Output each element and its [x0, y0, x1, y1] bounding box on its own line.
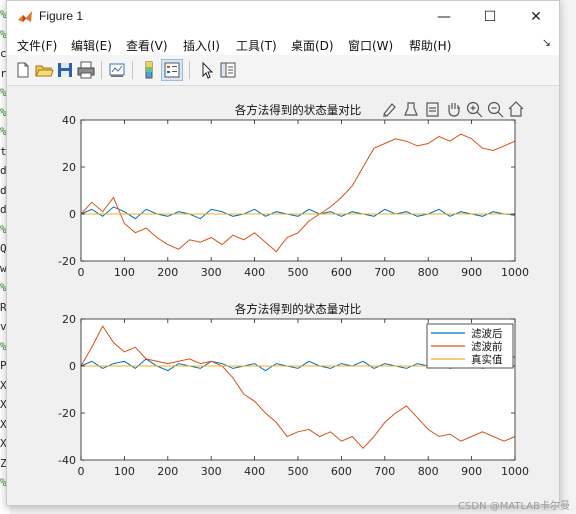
title-bar[interactable]: Figure 1 — ☐ ✕ [7, 1, 559, 33]
maximize-button[interactable]: ☐ [467, 1, 513, 33]
x-tick-label: 300 [201, 465, 222, 478]
pointer-icon[interactable] [197, 60, 217, 80]
toolbar-separator [189, 61, 190, 79]
y-tick-label: -20 [58, 255, 76, 268]
legend-label: 真实值 [471, 353, 503, 366]
pan-icon[interactable] [448, 103, 460, 117]
x-tick-label: 800 [418, 266, 439, 279]
y-tick-label: 0 [69, 208, 76, 221]
menu-help[interactable]: 帮助(H) [409, 37, 451, 54]
property-inspector-icon[interactable] [218, 60, 238, 80]
window-title: Figure 1 [39, 9, 84, 23]
x-tick-label: 900 [461, 266, 482, 279]
chart-title: 各方法得到的状态量对比 [235, 302, 362, 316]
axes-2: 0 100 200 300 400 500 600 700 800 900 1000 -40 -20 0 2… [58, 302, 529, 478]
minimize-icon: — [437, 9, 451, 25]
chart-title: 各方法得到的状态量对比 [235, 103, 362, 117]
menu-view[interactable]: 查看(V) [126, 37, 168, 54]
x-tick-label: 400 [244, 465, 265, 478]
x-tick-label: 800 [418, 465, 439, 478]
watermark: CSDN @MATLAB卡尔曼 [458, 501, 570, 512]
x-tick-label: 100 [114, 266, 135, 279]
x-tick-label: 200 [157, 465, 178, 478]
figure-toolbar [7, 55, 559, 86]
legend-label: 滤波后 [471, 327, 503, 340]
link-plot-icon[interactable] [107, 60, 127, 80]
zoom-out-icon[interactable] [487, 101, 504, 118]
toolbar-separator [132, 61, 133, 79]
dock-arrow-icon[interactable]: ↘ [542, 36, 551, 49]
x-tick-label: 400 [244, 266, 265, 279]
export-icon[interactable] [426, 102, 439, 117]
axes-toolbar [383, 101, 524, 118]
x-tick-label: 500 [288, 465, 309, 478]
close-button[interactable]: ✕ [513, 1, 559, 33]
figure-window: Figure 1 — ☐ ✕ 文件(F) 编辑(E) 查看(V) 插入(I) 工… [6, 0, 560, 506]
y-tick-label: -40 [58, 454, 76, 467]
y-tick-label: 20 [62, 313, 76, 326]
toolbar-separator [101, 61, 102, 79]
menu-desktop[interactable]: 桌面(D) [291, 37, 334, 54]
menu-tools[interactable]: 工具(T) [236, 37, 277, 54]
home-icon[interactable] [508, 101, 524, 117]
new-figure-icon[interactable] [13, 60, 33, 80]
plots-svg: 0 100 200 300 400 500 600 700 800 900 1000-2002040… [58, 101, 529, 478]
x-tick-label: 1000 [501, 266, 529, 279]
y-tick-label: 20 [62, 161, 76, 174]
x-tick-label: 600 [331, 266, 352, 279]
menu-insert[interactable]: 插入(I) [183, 37, 220, 54]
print-icon[interactable] [76, 60, 96, 80]
x-tick-label: 600 [331, 465, 352, 478]
menu-window[interactable]: 窗口(W) [348, 37, 393, 54]
x-tick-label: 1000 [501, 465, 529, 478]
save-icon[interactable] [55, 60, 75, 80]
x-tick-label: 200 [157, 266, 178, 279]
axes-1: 0 100 200 300 400 500 600 700 800 900 1000-2002040… [58, 103, 529, 279]
close-icon: ✕ [530, 9, 542, 25]
x-tick-label: 700 [374, 465, 395, 478]
y-tick-label: -20 [58, 407, 76, 420]
x-tick-label: 700 [374, 266, 395, 279]
x-tick-label: 500 [288, 266, 309, 279]
menu-bar: 文件(F) 编辑(E) 查看(V) 插入(I) 工具(T) 桌面(D) 窗口(W… [7, 33, 559, 55]
legend-icon[interactable] [161, 59, 183, 81]
minimize-button[interactable]: — [421, 1, 467, 33]
x-tick-label: 300 [201, 266, 222, 279]
colorbar-icon[interactable] [139, 60, 159, 80]
y-tick-label: 40 [62, 114, 76, 127]
x-tick-label: 0 [78, 266, 85, 279]
zoom-in-icon[interactable] [466, 101, 483, 118]
menu-file[interactable]: 文件(F) [17, 37, 57, 54]
brush-icon[interactable] [383, 103, 396, 117]
matlab-logo-icon [18, 11, 32, 22]
x-tick-label: 0 [78, 465, 85, 478]
open-file-icon[interactable] [34, 60, 54, 80]
menu-edit[interactable]: 编辑(E) [71, 37, 112, 54]
data-tips-icon[interactable] [404, 102, 418, 116]
figure-canvas: 0 100 200 300 400 500 600 700 800 900 1000 -20 0 20 40… [7, 86, 559, 505]
x-tick-label: 900 [461, 465, 482, 478]
maximize-icon: ☐ [483, 9, 497, 25]
legend-label: 滤波前 [471, 340, 503, 353]
y-tick-label: 0 [69, 360, 76, 373]
x-tick-label: 100 [114, 465, 135, 478]
